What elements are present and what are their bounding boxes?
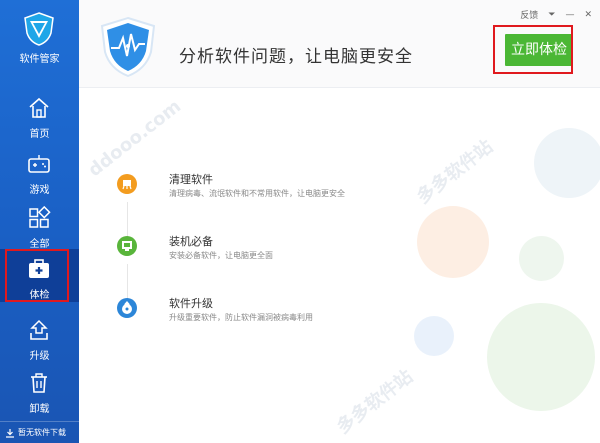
window-controls: 反馈 ⏷ — ✕ <box>520 8 592 22</box>
medical-kit-icon <box>29 259 49 278</box>
sidebar-item-checkup[interactable]: 体检 <box>0 249 79 302</box>
feature-desc: 安装必备软件，让电脑更全面 <box>169 251 273 260</box>
upload-icon <box>30 319 48 340</box>
feedback-link[interactable]: 反馈 <box>520 8 538 21</box>
watermark: ddooo.com <box>84 95 186 182</box>
watermark: 多多软件站 <box>412 136 497 209</box>
download-status-bar[interactable]: 暂无软件下载 <box>0 421 79 443</box>
feature-essential-software[interactable]: 装机必备 安装必备软件，让电脑更全面 <box>117 233 417 273</box>
shield-logo-icon <box>24 12 54 46</box>
decor-circle <box>414 316 454 356</box>
decor-circle <box>417 206 489 278</box>
sidebar: 软件管家 首页 游戏 全部 体检 升级 卸载 暂无软件下载 <box>0 0 79 443</box>
sidebar-item-home[interactable]: 首页 <box>0 88 79 144</box>
feature-title: 装机必备 <box>169 235 213 248</box>
header: 分析软件问题，让电脑更安全 反馈 ⏷ — ✕ 立即体检 <box>79 0 600 88</box>
grid-icon <box>29 206 51 228</box>
sidebar-item-label: 体检 <box>29 290 50 301</box>
app-logo-text: 软件管家 <box>19 54 60 65</box>
feature-desc: 清理病毒、流氓软件和不常用软件，让电脑更安全 <box>169 189 345 198</box>
security-shield-icon <box>100 16 156 78</box>
monitor-icon <box>117 236 137 256</box>
sidebar-item-label: 游戏 <box>29 185 50 196</box>
decor-circle <box>487 303 595 411</box>
gamepad-icon <box>28 155 50 173</box>
sidebar-item-uninstall[interactable]: 卸载 <box>0 363 79 419</box>
sidebar-item-all[interactable]: 全部 <box>0 198 79 254</box>
main-content: ddooo.com 多多软件站 多多软件站 清理软件 清理病毒、流氓软件和不常用… <box>79 88 600 443</box>
sidebar-item-upgrade[interactable]: 升级 <box>0 310 79 366</box>
decor-circle <box>534 128 600 198</box>
disc-upgrade-icon <box>117 298 137 318</box>
app-logo: 软件管家 <box>0 0 79 78</box>
menu-dropdown-icon[interactable]: ⏷ <box>548 10 555 20</box>
sidebar-item-label: 全部 <box>29 239 50 250</box>
home-icon <box>29 97 49 118</box>
trash-icon <box>31 373 47 393</box>
sidebar-item-label: 升级 <box>29 351 50 362</box>
download-status-text: 暂无软件下载 <box>18 428 66 437</box>
sidebar-item-label: 卸载 <box>29 404 50 415</box>
download-icon <box>6 428 14 438</box>
watermark: 多多软件站 <box>332 366 417 439</box>
minimize-icon[interactable]: — <box>565 10 574 20</box>
sidebar-item-games[interactable]: 游戏 <box>0 144 79 200</box>
feature-software-upgrade[interactable]: 软件升级 升级重要软件，防止软件漏洞被病毒利用 <box>117 295 417 335</box>
start-checkup-button[interactable]: 立即体检 <box>505 34 573 66</box>
close-icon[interactable]: ✕ <box>584 10 592 20</box>
feature-clean-software[interactable]: 清理软件 清理病毒、流氓软件和不常用软件，让电脑更安全 <box>117 171 417 211</box>
feature-title: 软件升级 <box>169 297 213 310</box>
broom-icon <box>117 174 137 194</box>
feature-desc: 升级重要软件，防止软件漏洞被病毒利用 <box>169 313 313 322</box>
feature-title: 清理软件 <box>169 173 213 186</box>
sidebar-item-label: 首页 <box>29 129 50 140</box>
page-headline: 分析软件问题，让电脑更安全 <box>179 47 413 67</box>
decor-circle <box>519 236 564 281</box>
